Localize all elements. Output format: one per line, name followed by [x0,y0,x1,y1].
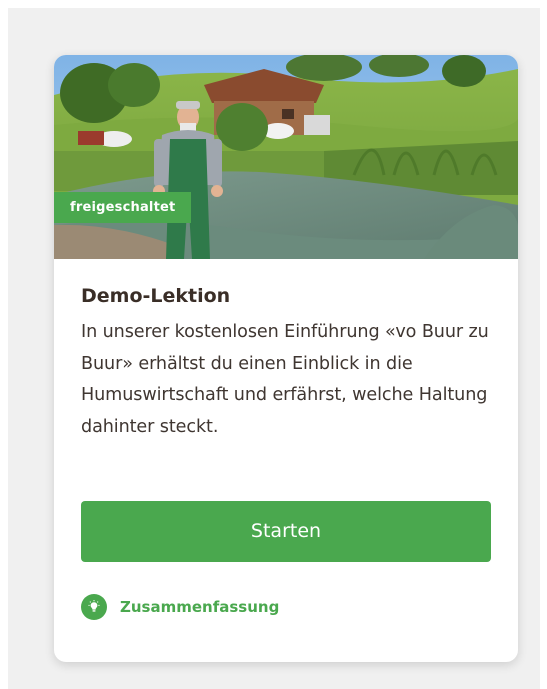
start-button[interactable]: Starten [81,501,491,562]
lesson-card: freigeschaltet Demo-Lektion In unserer k… [54,55,518,662]
lesson-description: In unserer kostenlosen Einführung «vo Bu… [81,322,489,437]
summary-link[interactable]: Zusammenfassung [81,594,279,620]
lesson-image: freigeschaltet [54,55,518,259]
summary-link-label: Zusammenfassung [120,598,280,616]
lesson-title: Demo-Lektion [81,285,231,307]
page: freigeschaltet Demo-Lektion In unserer k… [0,0,547,689]
unlocked-badge: freigeschaltet [54,192,192,223]
lightbulb-icon [81,594,107,620]
